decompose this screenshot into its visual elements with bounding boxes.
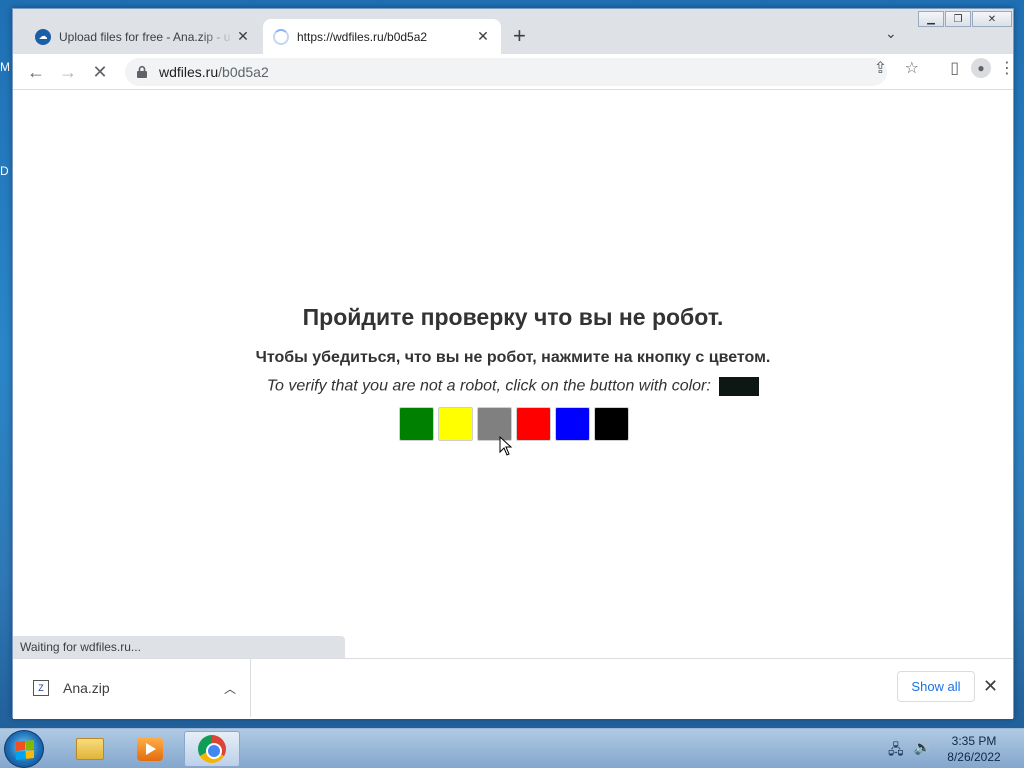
download-item[interactable]: Z Ana.zip ︿ bbox=[33, 659, 251, 717]
media-player-icon bbox=[137, 737, 163, 761]
color-button-yellow[interactable] bbox=[438, 407, 473, 441]
back-arrow-icon[interactable]: ← bbox=[24, 60, 48, 84]
start-button[interactable] bbox=[4, 730, 44, 768]
tab-search-chevron-icon[interactable]: ⌄ bbox=[885, 25, 897, 42]
download-file-name: Ana.zip bbox=[63, 680, 110, 696]
forward-arrow-icon[interactable]: → bbox=[56, 60, 80, 84]
color-button-row bbox=[399, 407, 629, 441]
desktop-fragment: M bbox=[0, 60, 10, 74]
close-download-shelf-icon[interactable]: ✕ bbox=[983, 676, 998, 697]
show-all-button[interactable]: Show all bbox=[897, 671, 975, 702]
network-icon[interactable]: 🖧 bbox=[888, 739, 904, 763]
tab-strip: ☁ Upload files for free - Ana.zip - u ✕ … bbox=[13, 9, 1013, 54]
browser-window: ☁ Upload files for free - Ana.zip - u ✕ … bbox=[12, 8, 1015, 719]
window-controls: ▁ ❐ ✕ bbox=[917, 11, 1012, 27]
cloud-icon: ☁ bbox=[35, 28, 51, 45]
instruction-en: To verify that you are not a robot, clic… bbox=[266, 377, 711, 395]
tab-title: Upload files for free - Ana.zip - u bbox=[59, 29, 231, 44]
folder-icon bbox=[76, 738, 104, 760]
taskbar: 🖧 🔊 3:35 PM 8/26/2022 bbox=[0, 728, 1024, 768]
taskbar-clock[interactable]: 3:35 PM 8/26/2022 bbox=[938, 733, 1010, 765]
loading-spinner-icon bbox=[273, 28, 289, 45]
close-tab-icon[interactable]: ✕ bbox=[475, 28, 491, 45]
target-color-swatch bbox=[719, 377, 760, 396]
side-panel-icon[interactable]: ▯ bbox=[950, 58, 959, 78]
clock-time: 3:35 PM bbox=[951, 734, 997, 748]
taskbar-explorer[interactable] bbox=[62, 731, 118, 767]
color-button-green[interactable] bbox=[399, 407, 434, 441]
new-tab-button[interactable]: + bbox=[513, 24, 526, 48]
minimize-button[interactable]: ▁ bbox=[918, 11, 944, 27]
menu-kebab-icon[interactable]: ⋮ bbox=[999, 58, 1015, 78]
mouse-cursor-icon bbox=[499, 436, 513, 456]
close-tab-icon[interactable]: ✕ bbox=[235, 28, 251, 45]
download-shelf: Z Ana.zip ︿ Show all ✕ bbox=[13, 658, 1013, 719]
profile-avatar-icon[interactable]: ● bbox=[971, 58, 991, 78]
status-bubble: Waiting for wdfiles.ru... bbox=[13, 636, 345, 658]
tab-wdfiles[interactable]: https://wdfiles.ru/b0d5a2 ✕ bbox=[263, 19, 501, 54]
bookmark-star-icon[interactable]: ☆ bbox=[905, 58, 919, 78]
taskbar-media-player[interactable] bbox=[122, 731, 178, 767]
lock-icon bbox=[137, 65, 147, 78]
browser-toolbar: ← → ✕ wdfiles.ru/b0d5a2 ⇪ ☆ ▯ ● ⋮ bbox=[13, 54, 1015, 90]
volume-icon[interactable]: 🔊 bbox=[914, 739, 931, 763]
color-button-black[interactable] bbox=[594, 407, 629, 441]
page-title: Пройдите проверку что вы не робот. bbox=[302, 304, 724, 330]
color-button-red[interactable] bbox=[516, 407, 551, 441]
chrome-icon bbox=[198, 735, 226, 763]
close-window-button[interactable]: ✕ bbox=[972, 11, 1012, 27]
taskbar-chrome[interactable] bbox=[184, 731, 240, 767]
page-content: Пройдите проверку что вы не робот. Чтобы… bbox=[13, 91, 1013, 658]
desktop-fragment: D bbox=[0, 164, 9, 178]
windows-logo-icon bbox=[16, 740, 34, 760]
restore-button[interactable]: ❐ bbox=[945, 11, 971, 27]
stop-loading-icon[interactable]: ✕ bbox=[88, 60, 112, 84]
system-tray: 🖧 🔊 bbox=[888, 739, 931, 763]
instruction-en-line: To verify that you are not a robot, clic… bbox=[13, 377, 1013, 396]
url-path: /b0d5a2 bbox=[218, 64, 269, 80]
tab-title: https://wdfiles.ru/b0d5a2 bbox=[297, 29, 428, 44]
url-host: wdfiles.ru bbox=[159, 64, 219, 80]
color-button-blue[interactable] bbox=[555, 407, 590, 441]
share-icon[interactable]: ⇪ bbox=[874, 58, 887, 78]
zip-file-icon: Z bbox=[33, 680, 49, 696]
address-bar[interactable]: wdfiles.ru/b0d5a2 bbox=[125, 58, 887, 86]
instruction-ru: Чтобы убедиться, что вы не робот, нажмит… bbox=[255, 349, 771, 366]
chevron-up-icon[interactable]: ︿ bbox=[224, 680, 236, 697]
tab-upload-files[interactable]: ☁ Upload files for free - Ana.zip - u ✕ bbox=[25, 19, 261, 54]
clock-date: 8/26/2022 bbox=[947, 750, 1001, 764]
